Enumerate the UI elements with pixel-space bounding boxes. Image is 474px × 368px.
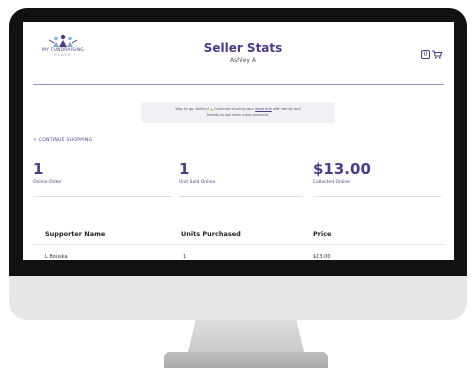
header-divider (33, 84, 444, 85)
store-link[interactable]: store link (255, 107, 272, 111)
column-header-units: Units Purchased (181, 230, 241, 238)
stat-divider (33, 196, 171, 197)
stat-label: Collected Online (313, 180, 350, 185)
seller-name: Ashley A (230, 57, 256, 64)
stat-units-sold: 1 Unit Sold Online (179, 160, 216, 186)
column-header-price: Price (313, 230, 332, 238)
monitor-chin (9, 276, 467, 320)
stat-label: Online Order (33, 180, 62, 185)
stat-label: Unit Sold Online (179, 180, 216, 185)
banner-line-2: friends to sell even more products. (206, 113, 270, 117)
column-header-supporter: Supporter Name (45, 230, 106, 238)
stat-value: 1 (179, 160, 190, 178)
page-title: Seller Stats (203, 41, 283, 55)
stat-divider (313, 196, 441, 197)
stat-collected: $13.00 Collected Online (313, 160, 371, 186)
logo-subtext: PLACE (54, 53, 72, 57)
stat-divider (179, 196, 303, 197)
stat-value: $13.00 (313, 160, 371, 178)
screen: MY FUNDRAISING PLACE Seller Stats Ashley… (23, 22, 454, 260)
cell-price: $13.00 (313, 254, 331, 260)
banner-text-b: Continue sharing your (212, 107, 256, 111)
cart-icon (432, 50, 442, 59)
cell-units: 1 (183, 254, 187, 260)
monitor-stand-base (164, 352, 328, 368)
stat-value: 1 (33, 160, 44, 178)
cart-count-badge: 0 (421, 50, 430, 59)
logo-people-icon (48, 34, 78, 47)
cell-supporter-name: L Bouska (45, 254, 68, 260)
continue-shopping-link[interactable]: < CONTINUE SHOPPING (33, 138, 92, 143)
table-header-divider (33, 244, 444, 245)
cart-button[interactable]: 0 (421, 50, 442, 59)
brand-logo[interactable]: MY FUNDRAISING PLACE (31, 34, 95, 57)
encouragement-banner: Way to go, Ashley! ▲ Continue sharing yo… (141, 102, 335, 123)
banner-text-c: with family and (271, 107, 301, 111)
banner-text-a: Way to go, Ashley! (175, 107, 211, 111)
title-block: Seller Stats Ashley A (163, 41, 323, 64)
page-header: MY FUNDRAISING PLACE Seller Stats Ashley… (23, 22, 454, 86)
stat-online-orders: 1 Online Order (33, 160, 62, 186)
